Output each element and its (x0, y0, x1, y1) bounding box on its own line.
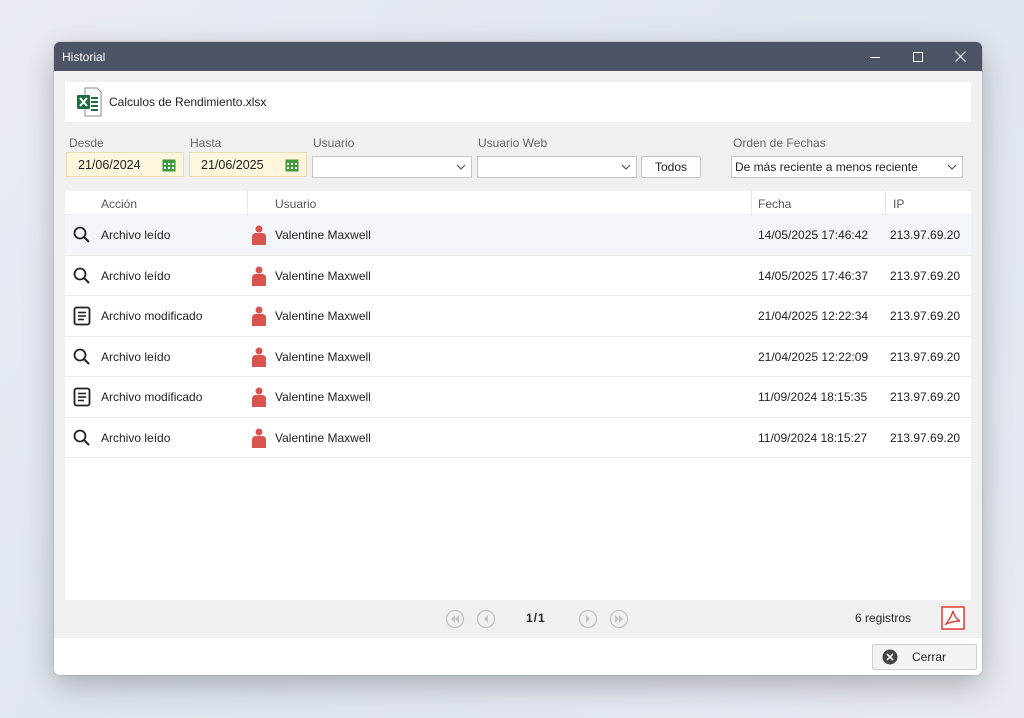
title-bar[interactable]: Historial (54, 42, 982, 71)
window-title: Historial (62, 49, 106, 64)
close-button-label: Cerrar (912, 650, 947, 664)
row-ip: 213.97.69.20 (890, 349, 961, 364)
col-header-ip[interactable]: IP (893, 197, 904, 211)
page-indicator: 1/1 (526, 611, 546, 625)
search-icon (73, 348, 90, 365)
file-info-bar: Calculos de Rendimiento.xlsx (65, 82, 971, 122)
row-accion: Archivo modificado (101, 309, 203, 323)
desde-date-field[interactable]: 21/06/2024 (66, 152, 184, 177)
previous-page-icon[interactable] (476, 609, 496, 629)
row-fecha: 14/05/2025 17:46:42 (758, 228, 869, 242)
orden-label: Orden de Fechas (733, 136, 826, 150)
desde-value: 21/06/2024 (78, 157, 141, 172)
row-fecha: 11/09/2024 18:15:35 (758, 390, 868, 404)
chevron-down-icon (947, 164, 957, 170)
search-icon (73, 267, 90, 284)
row-usuario: Valentine Maxwell (275, 430, 371, 445)
row-accion: Archivo leído (101, 228, 171, 242)
row-fecha: 21/04/2025 12:22:09 (758, 349, 869, 364)
table-row[interactable]: Archivo modificado Valentine Maxwell 21/… (65, 296, 971, 337)
calendar-icon[interactable] (285, 158, 299, 172)
row-usuario: Valentine Maxwell (275, 309, 371, 323)
user-icon (252, 266, 266, 286)
usuario-web-label: Usuario Web (478, 136, 548, 150)
col-header-fecha[interactable]: Fecha (758, 197, 791, 211)
hasta-value: 21/06/2025 (201, 157, 264, 172)
row-usuario: Valentine Maxwell (275, 228, 371, 242)
column-divider[interactable] (885, 191, 886, 215)
document-icon (73, 387, 91, 407)
usuario-web-dropdown[interactable] (477, 156, 637, 178)
chevron-down-icon (621, 164, 631, 170)
column-divider[interactable] (247, 191, 248, 215)
close-icon (955, 51, 966, 62)
col-header-usuario[interactable]: Usuario (275, 197, 316, 211)
user-icon (252, 225, 266, 245)
first-page-icon[interactable] (445, 609, 465, 629)
row-usuario: Valentine Maxwell (275, 349, 371, 364)
maximize-button[interactable] (896, 42, 939, 71)
row-fecha: 14/05/2025 17:46:37 (758, 268, 869, 283)
row-accion: Archivo modificado (101, 390, 203, 404)
next-page-icon[interactable] (578, 609, 598, 629)
row-usuario: Valentine Maxwell (275, 268, 371, 283)
table-header: Acción Usuario Fecha IP (65, 191, 971, 215)
dialog-footer: Cerrar (54, 638, 982, 675)
excel-file-icon (76, 87, 102, 117)
history-table: Acción Usuario Fecha IP Archivo leído Va… (65, 191, 971, 600)
orden-dropdown[interactable]: De más reciente a menos reciente (731, 156, 963, 178)
records-count: 6 registros (855, 611, 912, 625)
user-icon (252, 428, 266, 448)
table-row[interactable]: Archivo leído Valentine Maxwell 14/05/20… (65, 215, 971, 256)
row-accion: Archivo leído (101, 349, 171, 364)
row-ip: 213.97.69.20 (890, 430, 961, 445)
row-accion: Archivo leído (101, 430, 171, 445)
row-ip: 213.97.69.20 (890, 390, 961, 404)
row-ip: 213.97.69.20 (890, 228, 961, 242)
minimize-icon (869, 56, 880, 58)
desde-label: Desde (69, 136, 104, 150)
calendar-icon[interactable] (162, 158, 176, 172)
search-icon (73, 429, 90, 446)
usuario-label: Usuario (313, 136, 355, 150)
orden-value: De más reciente a menos reciente (735, 160, 918, 174)
close-circle-icon (882, 649, 898, 665)
row-accion: Archivo leído (101, 268, 171, 283)
search-icon (73, 226, 90, 243)
row-fecha: 11/09/2024 18:15:27 (758, 430, 868, 445)
usuario-dropdown[interactable] (312, 156, 472, 178)
column-divider[interactable] (751, 191, 752, 215)
document-icon (73, 306, 91, 326)
user-icon (252, 306, 266, 326)
row-ip: 213.97.69.20 (890, 268, 961, 283)
history-window: Historial Calculos de Rendimiento.xlsx D… (54, 42, 982, 675)
close-button[interactable]: Cerrar (872, 644, 977, 670)
table-row[interactable]: Archivo leído Valentine Maxwell 11/09/20… (65, 418, 971, 458)
row-usuario: Valentine Maxwell (275, 390, 371, 404)
file-name: Calculos de Rendimiento.xlsx (109, 95, 267, 109)
last-page-icon[interactable] (609, 609, 629, 629)
todos-button[interactable]: Todos (641, 156, 701, 178)
filter-panel: Desde 21/06/2024 Hasta 21/06/2025 Usuari… (65, 134, 971, 180)
close-window-button[interactable] (939, 42, 982, 71)
user-icon (252, 347, 266, 367)
table-row[interactable]: Archivo leído Valentine Maxwell 21/04/20… (65, 337, 971, 377)
col-header-accion[interactable]: Acción (101, 197, 137, 211)
table-row[interactable]: Archivo leído Valentine Maxwell 14/05/20… (65, 256, 971, 296)
row-fecha: 21/04/2025 12:22:34 (758, 309, 869, 323)
table-row[interactable]: Archivo modificado Valentine Maxwell 11/… (65, 377, 971, 418)
maximize-icon (912, 51, 923, 62)
user-icon (252, 387, 266, 407)
minimize-button[interactable] (853, 42, 896, 71)
hasta-label: Hasta (190, 136, 222, 150)
row-ip: 213.97.69.20 (890, 309, 961, 323)
chevron-down-icon (456, 164, 466, 170)
hasta-date-field[interactable]: 21/06/2025 (189, 152, 307, 177)
window-controls (853, 42, 982, 71)
pagination-bar: 1/1 6 registros (65, 600, 971, 638)
pdf-export-icon[interactable] (941, 606, 965, 630)
